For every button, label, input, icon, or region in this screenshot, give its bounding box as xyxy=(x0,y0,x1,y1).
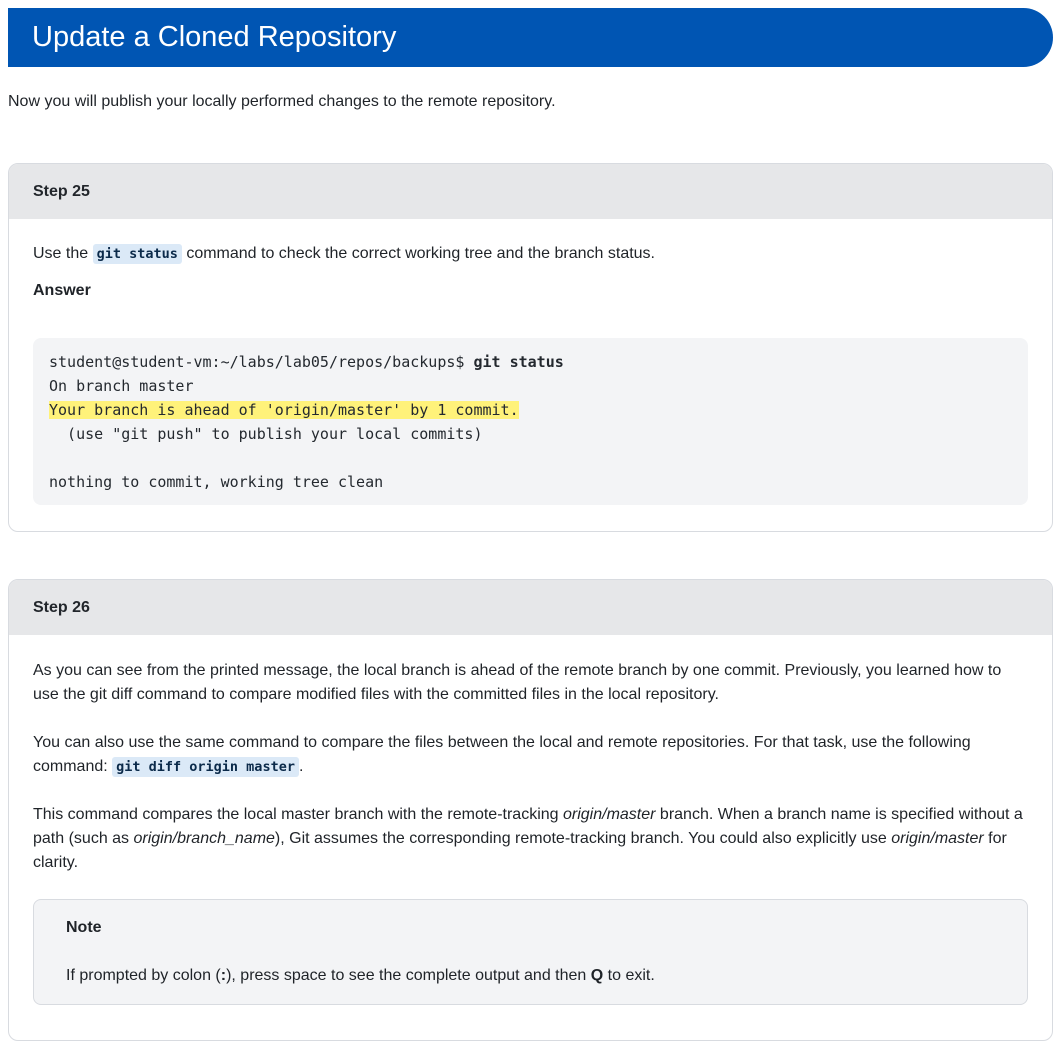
note-text-a: If prompted by colon ( xyxy=(66,967,221,984)
para2-text-after: . xyxy=(298,758,304,775)
step-25-heading: Step 25 xyxy=(9,164,1052,219)
terminal-line-push-hint: (use "git push" to publish your local co… xyxy=(49,425,483,443)
step-26-heading: Step 26 xyxy=(9,580,1052,635)
terminal-line-branch: On branch master xyxy=(49,377,194,395)
git-diff-inline-code: git diff origin master xyxy=(112,757,299,777)
page-banner: Update a Cloned Repository xyxy=(8,8,1053,67)
step-26-card: Step 26 As you can see from the printed … xyxy=(8,579,1053,1041)
para3-origin-branch-name: origin/branch_name xyxy=(133,830,275,847)
step-25-card: Step 25 Use the git status command to ch… xyxy=(8,163,1053,532)
terminal-line-ahead: Your branch is ahead of 'origin/master' … xyxy=(49,401,519,419)
terminal-command: git status xyxy=(473,353,564,371)
note-text-c: ), press space to see the complete outpu… xyxy=(226,967,591,984)
step-25-instruction: Use the git status command to check the … xyxy=(33,242,655,266)
terminal-output: student@student-vm:~/labs/lab05/repos/ba… xyxy=(33,338,1028,505)
step-26-paragraph-1: As you can see from the printed message,… xyxy=(33,662,1002,703)
note-q-key: Q xyxy=(590,967,604,984)
git-status-inline-code: git status xyxy=(92,244,182,264)
instruction-text-before: Use the xyxy=(33,245,93,262)
terminal-line-clean: nothing to commit, working tree clean xyxy=(49,473,384,491)
instruction-text-after: command to check the correct working tre… xyxy=(181,245,655,262)
para3-text-e: ), Git assumes the corresponding remote-… xyxy=(274,830,892,847)
step-26-paragraph-3: This command compares the local master b… xyxy=(33,803,1023,875)
note-title: Note xyxy=(66,919,102,936)
note-text-e: to exit. xyxy=(603,967,655,984)
para3-origin-master-2: origin/master xyxy=(891,830,984,847)
step-26-paragraph-2: You can also use the same command to com… xyxy=(33,731,1033,779)
terminal-prompt: student@student-vm:~/labs/lab05/repos/ba… xyxy=(49,353,474,371)
answer-label: Answer xyxy=(33,282,91,299)
para3-origin-master: origin/master xyxy=(563,806,656,823)
note-box: Note If prompted by colon (:), press spa… xyxy=(33,899,1028,1005)
para3-text-a: This command compares the local master b… xyxy=(33,806,563,823)
intro-text: Now you will publish your locally perfor… xyxy=(8,93,556,110)
note-text: If prompted by colon (:), press space to… xyxy=(66,938,995,986)
page-title: Update a Cloned Repository xyxy=(32,21,397,53)
